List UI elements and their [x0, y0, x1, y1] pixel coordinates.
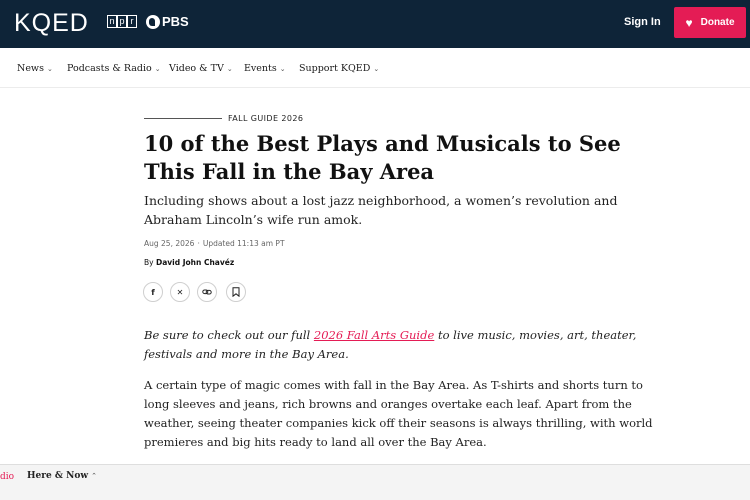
nav-item-events[interactable]: Events ⌄	[244, 63, 286, 74]
main-nav: News ⌄ Podcasts & Radio ⌄ Video & TV ⌄ Even…	[0, 48, 750, 88]
byline-prefix: By	[144, 258, 154, 267]
facebook-icon: f	[151, 287, 155, 297]
pbs-head-icon	[146, 14, 160, 29]
byline: By David John Chavéz	[144, 258, 234, 267]
chevron-down-icon: ⌄	[279, 65, 286, 73]
nav-item-news[interactable]: News ⌄	[17, 63, 53, 74]
bookmark-button[interactable]	[226, 282, 246, 302]
nav-item-support-kqed[interactable]: Support KQED ⌄	[299, 63, 379, 74]
show-selector[interactable]: Here & Now ⌃	[27, 471, 97, 481]
npr-letter: n	[107, 15, 117, 28]
pbs-label: PBS	[162, 14, 189, 29]
sign-in-link[interactable]: Sign In	[624, 16, 661, 28]
article-headline: 10 of the Best Plays and Musicals to See…	[144, 131, 621, 184]
publish-date: Aug 25, 2026	[144, 239, 195, 248]
nav-label: Video & TV	[169, 63, 224, 74]
kicker-rule	[144, 118, 222, 119]
pbs-logo[interactable]: PBS	[146, 14, 189, 29]
x-icon: ✕	[176, 287, 184, 297]
promo-text-before: Be sure to check out our full	[144, 328, 314, 342]
chevron-down-icon: ⌄	[226, 65, 233, 73]
chevron-up-icon: ⌃	[91, 472, 97, 480]
nav-item-podcasts-radio[interactable]: Podcasts & Radio ⌄	[67, 63, 161, 74]
nav-label: Events	[244, 63, 277, 74]
radio-label[interactable]: dio	[0, 472, 14, 482]
donate-button[interactable]: ♥ Donate	[674, 7, 746, 38]
kqed-logo[interactable]: KQED	[14, 9, 89, 38]
site-header: KQED n p r PBS Sign In ♥ Donate	[0, 0, 750, 48]
article-paragraph: A certain type of magic comes with fall …	[144, 378, 653, 449]
link-icon	[202, 289, 212, 295]
nav-label: News	[17, 63, 44, 74]
npr-letter: p	[117, 15, 127, 28]
bookmark-icon	[232, 287, 240, 297]
nav-label: Support KQED	[299, 63, 371, 74]
chevron-down-icon: ⌄	[46, 65, 53, 73]
chevron-down-icon: ⌄	[154, 65, 161, 73]
kicker-text: FALL GUIDE 2026	[228, 114, 304, 123]
heart-icon: ♥	[685, 15, 693, 30]
audio-player-bar: dio Here & Now ⌃	[0, 464, 750, 500]
npr-letter: r	[127, 15, 137, 28]
nav-item-video-tv[interactable]: Video & TV ⌄	[169, 63, 233, 74]
x-share-button[interactable]: ✕	[170, 282, 190, 302]
author-link[interactable]: David John Chavéz	[156, 258, 234, 267]
article-dek: Including shows about a lost jazz neighb…	[144, 193, 618, 227]
show-label: Here & Now	[27, 471, 89, 481]
fall-arts-guide-link[interactable]: 2026 Fall Arts Guide	[314, 328, 434, 342]
copy-link-button[interactable]	[197, 282, 217, 302]
fall-guide-promo: Be sure to check out our full 2026 Fall …	[144, 326, 654, 364]
donate-label: Donate	[700, 17, 735, 28]
nav-label: Podcasts & Radio	[67, 63, 152, 74]
facebook-share-button[interactable]: f	[143, 282, 163, 302]
article-kicker[interactable]: FALL GUIDE 2026	[144, 114, 303, 123]
chevron-down-icon: ⌄	[373, 65, 380, 73]
npr-logo[interactable]: n p r	[107, 15, 137, 28]
article-meta: Aug 25, 2026 · Updated 11:13 am PT	[144, 239, 285, 248]
updated-time: Updated 11:13 am PT	[202, 239, 285, 248]
